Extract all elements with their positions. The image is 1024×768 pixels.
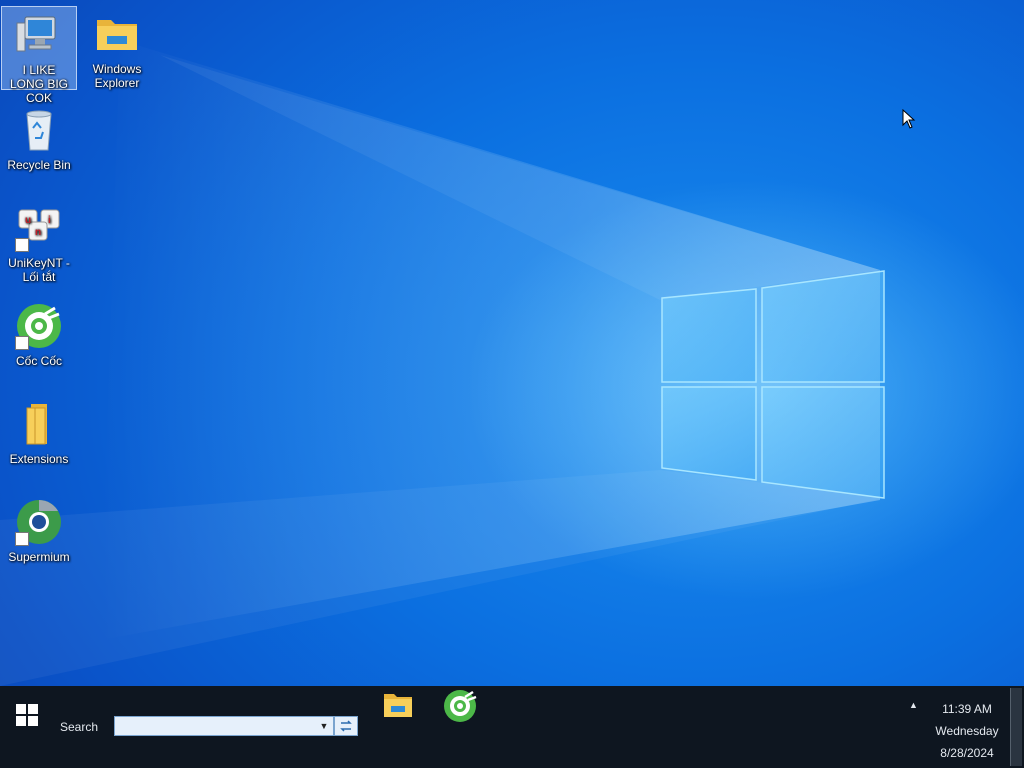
clock-time: 11:39 AM <box>942 702 992 716</box>
folder-icon <box>384 694 412 717</box>
desktop-icon-extensions[interactable]: Extensions <box>1 396 77 480</box>
start-button[interactable] <box>16 704 38 726</box>
recycle-bin-icon <box>15 106 63 154</box>
desktop-icon-this-pc[interactable]: I LIKE LONG BIG COK <box>1 6 77 105</box>
windows-logo-wallpaper <box>661 270 885 499</box>
chevron-down-icon[interactable]: ▼ <box>316 717 332 735</box>
computer-icon <box>15 11 63 59</box>
taskbar-app-coccoc[interactable] <box>440 688 480 724</box>
svg-text:u: u <box>25 215 31 226</box>
desktop-icon-coccoc[interactable]: Cốc Cốc <box>1 298 77 382</box>
clock-date: 8/28/2024 <box>940 746 994 760</box>
shortcut-arrow-icon <box>15 238 29 252</box>
desktop-icon-label: UniKeyNT - Lối tắt <box>8 256 70 284</box>
desktop-icon-label: Supermium <box>8 550 70 564</box>
coccoc-icon <box>15 302 63 350</box>
desktop-icon-label: Extensions <box>9 452 69 466</box>
desktop-icon-unikey[interactable]: u i n UniKeyNT - Lối tắt <box>1 200 77 284</box>
unikey-icon: u i n <box>15 204 63 252</box>
folder-icon <box>15 400 63 448</box>
shortcut-arrow-icon <box>15 532 29 546</box>
svg-text:n: n <box>35 227 41 238</box>
taskbar-app-windows-explorer[interactable] <box>378 688 418 724</box>
coccoc-icon <box>444 690 477 722</box>
shortcut-arrow-icon <box>15 336 29 350</box>
folder-icon <box>93 10 141 58</box>
desktop-icon-label: I LIKE LONG BIG COK <box>9 63 68 105</box>
search-go-button[interactable] <box>334 716 358 736</box>
desktop-icon-label: Cốc Cốc <box>15 354 62 368</box>
mouse-cursor-icon <box>902 109 916 129</box>
wallpaper-light-beams <box>0 40 884 686</box>
show-desktop-button[interactable] <box>1010 688 1022 766</box>
taskbar: Search ▼ ▲ 11:39 AM Wednesday 8/28/2024 <box>0 686 1024 768</box>
desktop[interactable]: I LIKE LONG BIG COK Windows Explorer Rec… <box>0 0 1024 686</box>
search-label: Search <box>60 720 99 734</box>
show-hidden-icons-chevron-icon[interactable]: ▲ <box>909 700 918 710</box>
desktop-icon-supermium[interactable]: Supermium <box>1 494 77 578</box>
go-arrows-icon <box>340 720 352 732</box>
windows-logo-icon <box>16 704 38 726</box>
clock-day: Wednesday <box>935 724 999 738</box>
supermium-icon <box>15 498 63 546</box>
clock[interactable]: 11:39 AM Wednesday 8/28/2024 <box>930 698 1004 764</box>
desktop-icon-label: Windows Explorer <box>92 62 142 90</box>
desktop-icon-recycle-bin[interactable]: Recycle Bin <box>1 102 77 186</box>
svg-text:i: i <box>48 215 51 226</box>
desktop-icon-label: Recycle Bin <box>7 158 71 172</box>
desktop-icon-windows-explorer[interactable]: Windows Explorer <box>79 6 155 90</box>
search-input[interactable] <box>114 716 334 736</box>
